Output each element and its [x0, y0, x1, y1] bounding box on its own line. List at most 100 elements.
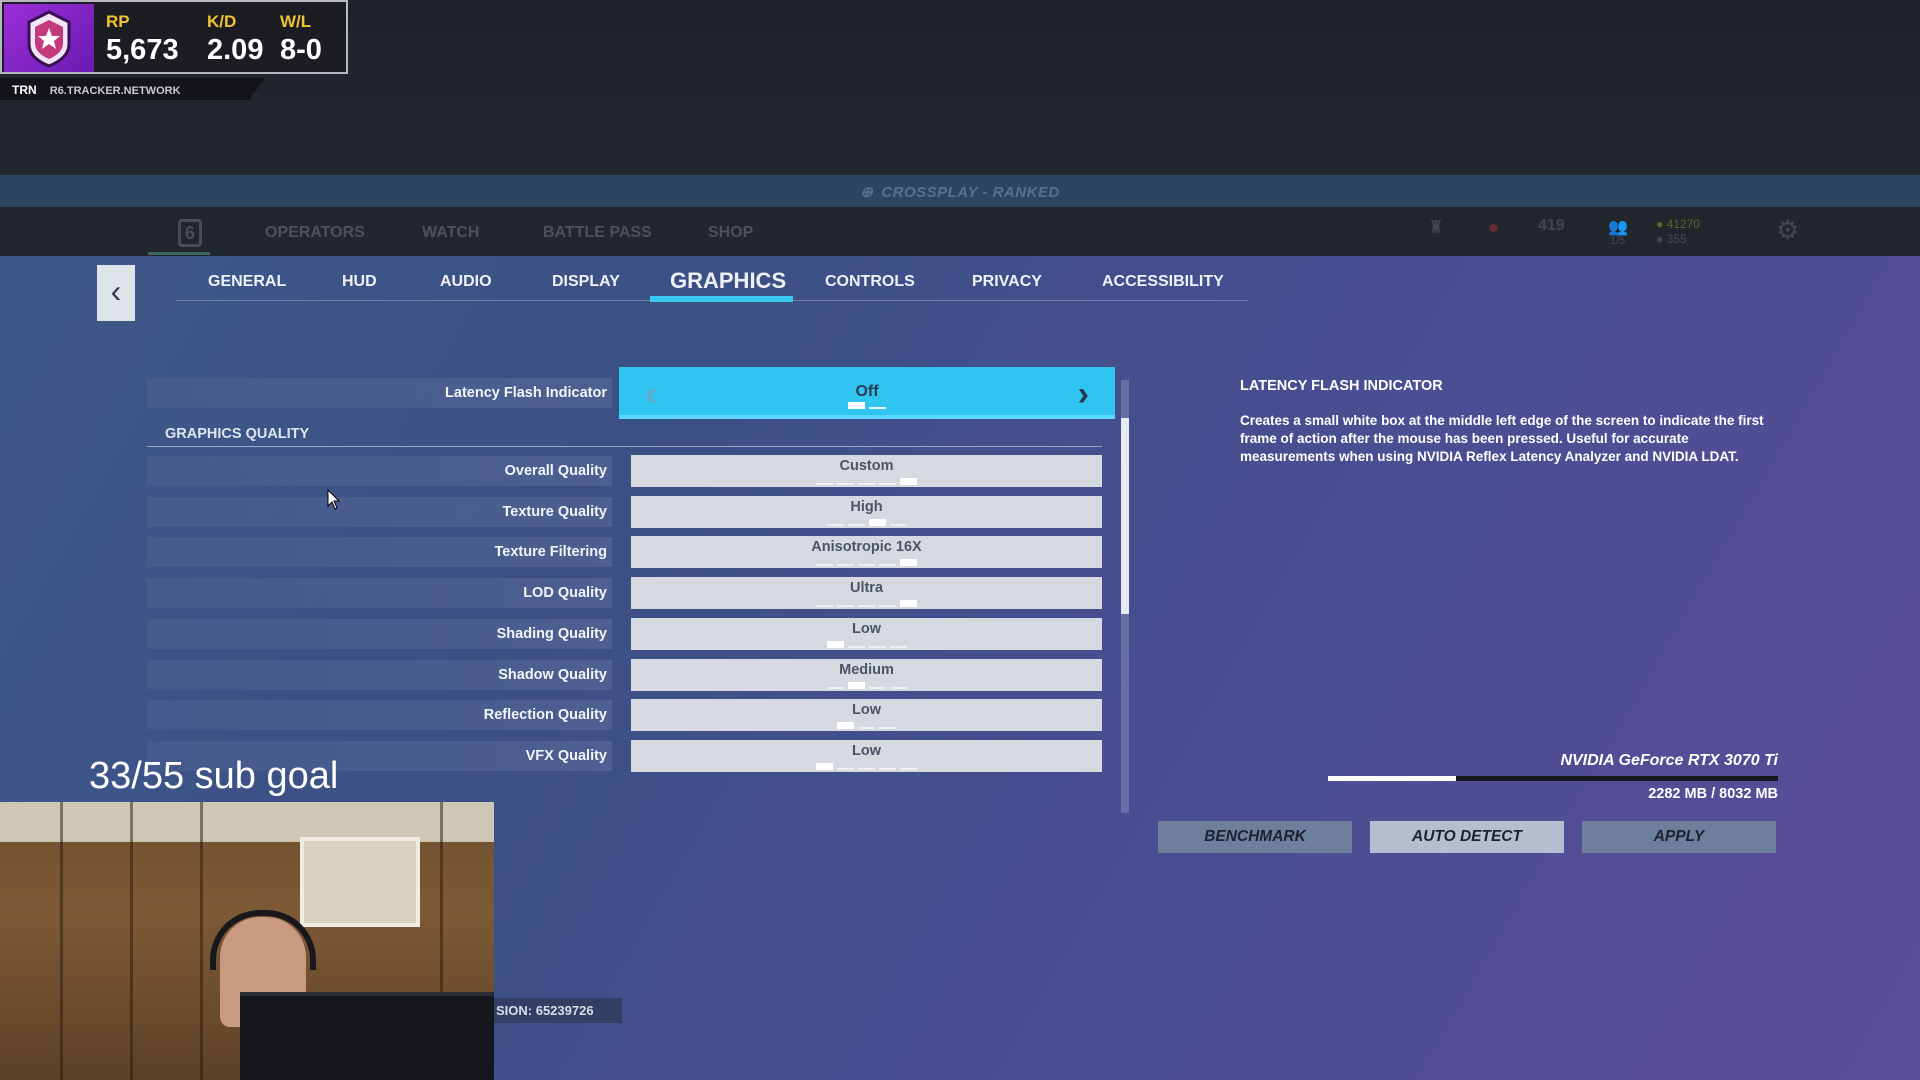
active-tab-indicator	[650, 296, 793, 302]
option-dot	[847, 646, 865, 648]
nav-operators[interactable]: OPERATORS	[265, 224, 365, 242]
option-dot	[837, 605, 854, 607]
scrollbar-thumb[interactable]	[1121, 418, 1129, 614]
tab-audio[interactable]: AUDIO	[440, 273, 492, 291]
sub-goal-text: 33/55 sub goal	[89, 755, 339, 797]
option-dot	[900, 768, 917, 770]
tab-general[interactable]: GENERAL	[208, 273, 286, 291]
setting-value: Low	[852, 621, 881, 637]
option-dot	[816, 763, 833, 770]
stats-overlay: RP 5,673 K/D 2.09 W/L 8-0	[0, 0, 348, 74]
option-dot	[847, 524, 865, 526]
setting-selector[interactable]: Custom	[631, 455, 1102, 487]
wl-value: 8-0	[280, 34, 322, 66]
setting-label: Overall Quality	[504, 463, 607, 479]
vram-text: 2282 MB / 8032 MB	[1648, 786, 1778, 802]
setting-selector[interactable]: High	[631, 496, 1102, 528]
info-title: LATENCY FLASH INDICATOR	[1240, 378, 1443, 394]
tab-graphics[interactable]: GRAPHICS	[670, 268, 786, 294]
credits-value: 355	[1666, 232, 1687, 246]
vram-usage-bar	[1328, 776, 1778, 781]
option-dot	[858, 564, 875, 566]
option-dot	[879, 483, 896, 485]
latency-option-dots	[619, 402, 1115, 409]
option-dot	[858, 483, 875, 485]
option-dots	[631, 682, 1102, 689]
trn-logo: TRN	[12, 83, 37, 97]
operators-icon[interactable]: ♜	[1428, 217, 1444, 238]
option-dot	[879, 605, 896, 607]
level-badge[interactable]: 419	[1538, 217, 1565, 235]
option-dot	[889, 687, 907, 689]
latency-selector[interactable]: ‹ Off ›	[619, 367, 1115, 419]
setting-selector[interactable]: Medium	[631, 659, 1102, 691]
kd-value: 2.09	[207, 34, 264, 66]
option-dots	[631, 559, 1102, 566]
option-dot	[879, 564, 896, 566]
setting-label: Reflection Quality	[483, 707, 607, 723]
tracker-site: R6.TRACKER.NETWORK	[49, 85, 181, 97]
nav-watch[interactable]: WATCH	[422, 224, 479, 242]
option-dot	[816, 564, 833, 566]
tab-privacy[interactable]: PRIVACY	[972, 273, 1042, 291]
option-dot	[879, 768, 896, 770]
info-description: Creates a small white box at the middle …	[1240, 413, 1764, 464]
settings-gear-icon[interactable]: ⚙	[1776, 215, 1799, 246]
webcam-window	[300, 837, 420, 927]
option-dots	[631, 600, 1102, 607]
credits-icon: ●	[1656, 232, 1667, 246]
setting-selector[interactable]: Low	[631, 618, 1102, 650]
option-dot	[826, 687, 844, 689]
nav-shop[interactable]: SHOP	[708, 224, 753, 242]
option-dots	[631, 641, 1102, 648]
auto-detect-button[interactable]: AUTO DETECT	[1370, 821, 1564, 853]
webcam-ceiling	[0, 802, 494, 842]
setting-selector[interactable]: Low	[631, 740, 1102, 772]
setting-value: Low	[852, 743, 881, 759]
option-dot	[837, 483, 854, 485]
section-divider	[147, 446, 1102, 447]
latency-value: Off	[855, 383, 879, 400]
setting-value: Low	[852, 702, 881, 718]
apply-button[interactable]: APPLY	[1582, 821, 1776, 853]
option-dot	[900, 559, 917, 566]
crossplay-icon: ⊕	[860, 184, 874, 201]
option-dots	[631, 478, 1102, 485]
tab-hud[interactable]: HUD	[342, 273, 377, 291]
gpu-name: NVIDIA GeForce RTX 3070 Ti	[1560, 752, 1778, 769]
tracker-bar: TRN R6.TRACKER.NETWORK	[0, 78, 265, 100]
option-dot	[816, 605, 833, 607]
squad-icon[interactable]: 👥	[1608, 217, 1628, 237]
back-button[interactable]: ‹	[97, 265, 135, 321]
webcam-monitor	[240, 992, 494, 1080]
tab-accessibility[interactable]: ACCESSIBILITY	[1102, 273, 1224, 291]
tab-display[interactable]: DISPLAY	[552, 273, 620, 291]
main-nav: 6 OPERATORS WATCH BATTLE PASS SHOP ♜ ● 4…	[0, 207, 1920, 256]
option-dot	[868, 687, 886, 689]
webcam-feed	[0, 802, 494, 1080]
setting-value: High	[850, 499, 883, 515]
option-dot	[847, 682, 865, 689]
kd-label: K/D	[207, 12, 237, 31]
option-dot	[858, 727, 875, 729]
setting-selector[interactable]: Ultra	[631, 577, 1102, 609]
setting-selector[interactable]: Anisotropic 16X	[631, 536, 1102, 568]
renown-value: 41270	[1666, 217, 1700, 231]
option-dot	[858, 768, 875, 770]
rank-badge-icon	[4, 4, 94, 72]
nav-battle-pass[interactable]: BATTLE PASS	[543, 224, 652, 242]
renown-icon: ●	[1656, 217, 1667, 231]
home-logo-icon[interactable]: 6	[178, 219, 202, 247]
option-dot	[837, 768, 854, 770]
alert-icon[interactable]: ●	[1488, 217, 1499, 238]
option-dot	[858, 605, 875, 607]
setting-label: Shadow Quality	[498, 667, 607, 683]
benchmark-button[interactable]: BENCHMARK	[1158, 821, 1352, 853]
setting-value: Ultra	[849, 580, 884, 596]
setting-selector[interactable]: Low	[631, 699, 1102, 731]
home-underline	[148, 252, 210, 255]
option-dots	[631, 519, 1102, 526]
setting-value: Medium	[839, 662, 894, 678]
vram-usage-fill	[1328, 776, 1456, 781]
tab-controls[interactable]: CONTROLS	[825, 273, 915, 291]
